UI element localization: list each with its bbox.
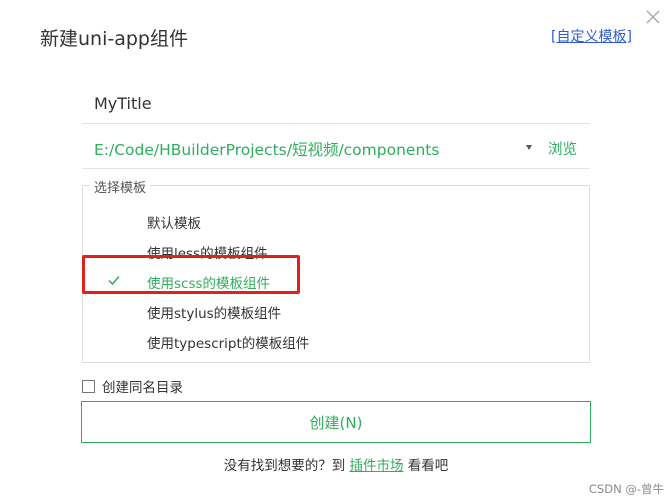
template-option-default[interactable]: 默认模板: [147, 212, 201, 232]
footer-prefix: 没有找到想要的？到: [223, 458, 346, 474]
custom-template-link[interactable]: [自定义模板]: [551, 26, 632, 46]
component-name-input[interactable]: [82, 84, 590, 124]
create-button[interactable]: 创建(N): [81, 401, 591, 443]
highlight-annotation: [82, 255, 300, 294]
path-field[interactable]: E:/Code/HBuilderProjects/短视频/components …: [82, 128, 590, 169]
close-icon[interactable]: [644, 8, 662, 26]
browse-button[interactable]: 浏览: [548, 138, 577, 159]
same-name-dir-label: 创建同名目录: [102, 380, 183, 396]
dialog-title: 新建uni-app组件: [40, 28, 188, 50]
watermark: CSDN @-曾牛: [588, 482, 664, 496]
plugin-market-link[interactable]: 插件市场: [350, 458, 404, 474]
same-name-dir-checkbox[interactable]: 创建同名目录: [82, 376, 183, 396]
template-option-stylus[interactable]: 使用stylus的模板组件: [147, 302, 281, 322]
dropdown-icon[interactable]: [526, 145, 532, 150]
footer-text: 没有找到想要的？到 插件市场 看看吧: [0, 454, 672, 474]
path-value: E:/Code/HBuilderProjects/短视频/components: [94, 141, 440, 159]
footer-suffix: 看看吧: [407, 458, 449, 474]
template-option-typescript[interactable]: 使用typescript的模板组件: [147, 332, 309, 352]
template-group-legend: 选择模板: [90, 177, 151, 196]
checkbox-box[interactable]: [82, 379, 95, 393]
